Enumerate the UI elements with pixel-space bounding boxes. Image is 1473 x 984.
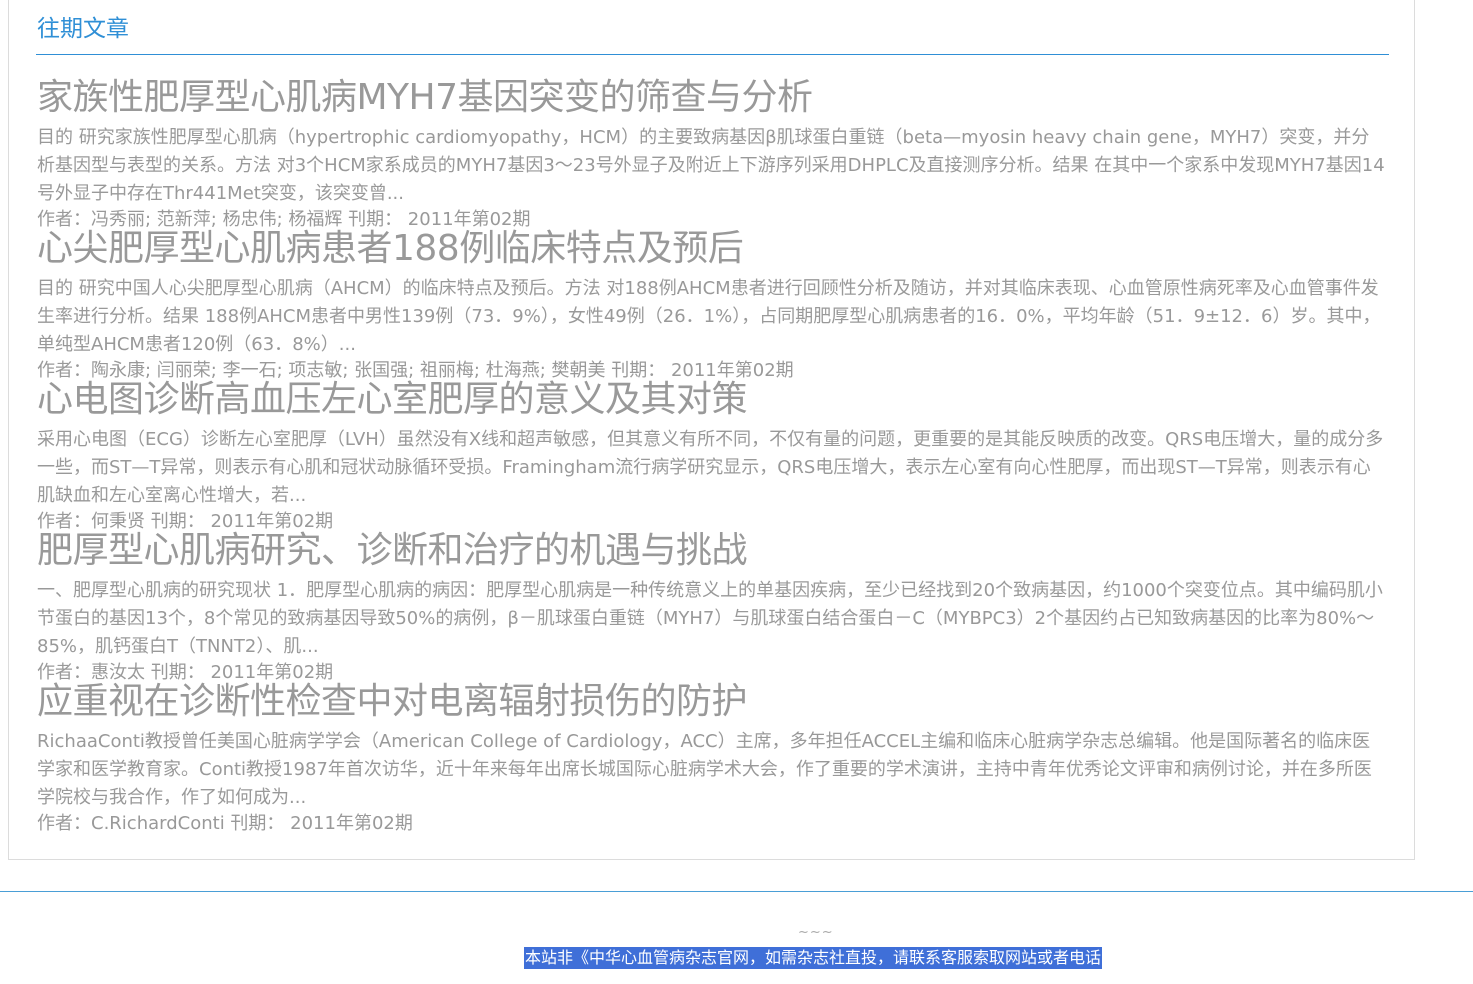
article-item: 心电图诊断高血压左心室肥厚的意义及其对策 采用心电图（ECG）诊断左心室肥厚（L… xyxy=(37,374,1387,532)
footer-disclaimer: 本站非《中华心血管病杂志官网，如需杂志社直投，请联系客服索取网站或者电话 xyxy=(524,947,1103,969)
article-title-link[interactable]: 心尖肥厚型心肌病患者188例临床特点及预后 xyxy=(37,223,1387,275)
article-title-link[interactable]: 应重视在诊断性检查中对电离辐射损伤的防护 xyxy=(37,676,1387,728)
section-title: 往期文章 xyxy=(37,16,129,42)
footer-divider xyxy=(0,891,1473,892)
article-item: 肥厚型心肌病研究、诊断和治疗的机遇与挑战 一、肥厚型心肌病的研究现状 1．肥厚型… xyxy=(37,525,1387,683)
section-divider xyxy=(36,54,1389,55)
article-title-link[interactable]: 家族性肥厚型心肌病MYH7基因突变的筛查与分析 xyxy=(37,72,1387,124)
article-title-link[interactable]: 心电图诊断高血压左心室肥厚的意义及其对策 xyxy=(37,374,1387,426)
footer-ornament: ~~~ xyxy=(798,925,834,940)
article-summary: RichaaConti教授曾任美国心脏病学学会（American College… xyxy=(37,731,1372,808)
article-item: 应重视在诊断性检查中对电离辐射损伤的防护 RichaaConti教授曾任美国心脏… xyxy=(37,676,1387,834)
article-summary: 目的 研究中国人心尖肥厚型心肌病（AHCM）的临床特点及预后。方法 对188例A… xyxy=(37,278,1381,355)
article-list-panel: 往期文章 家族性肥厚型心肌病MYH7基因突变的筛查与分析 目的 研究家族性肥厚型… xyxy=(8,0,1415,860)
article-list: 家族性肥厚型心肌病MYH7基因突变的筛查与分析 目的 研究家族性肥厚型心肌病（h… xyxy=(37,72,1387,834)
article-meta: 作者：C.RichardConti 刊期： 2011年第02期 xyxy=(37,813,413,834)
article-title-link[interactable]: 肥厚型心肌病研究、诊断和治疗的机遇与挑战 xyxy=(37,525,1387,577)
article-summary: 目的 研究家族性肥厚型心肌病（hypertrophic cardiomyopat… xyxy=(37,127,1385,204)
article-summary: 采用心电图（ECG）诊断左心室肥厚（LVH）虽然没有X线和超声敏感，但其意义有所… xyxy=(37,429,1384,506)
article-summary: 一、肥厚型心肌病的研究现状 1．肥厚型心肌病的病因：肥厚型心肌病是一种传统意义上… xyxy=(37,580,1383,657)
article-item: 心尖肥厚型心肌病患者188例临床特点及预后 目的 研究中国人心尖肥厚型心肌病（A… xyxy=(37,223,1387,381)
article-item: 家族性肥厚型心肌病MYH7基因突变的筛查与分析 目的 研究家族性肥厚型心肌病（h… xyxy=(37,72,1387,230)
